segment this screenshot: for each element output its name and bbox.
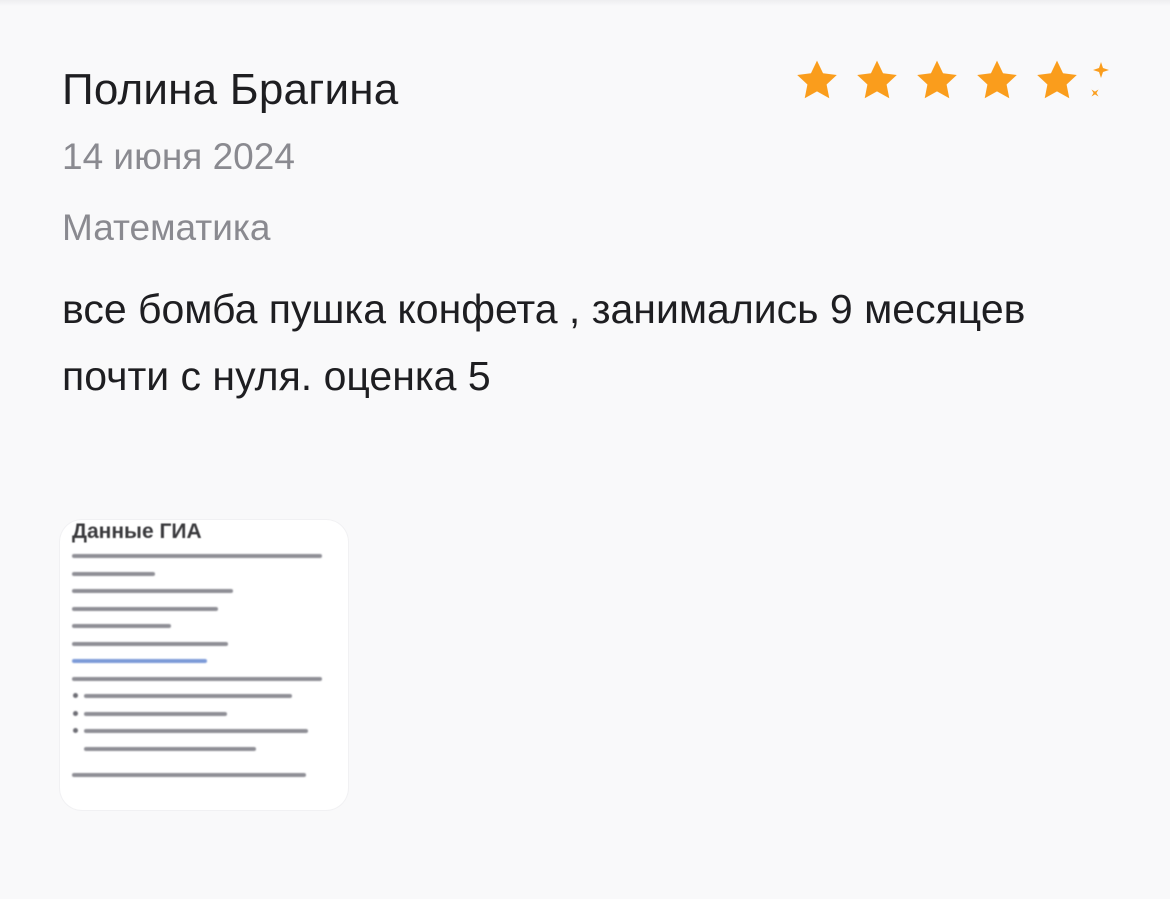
- star-icon: [1037, 60, 1077, 99]
- rating-stars: [792, 56, 1114, 106]
- card-divider: [0, 0, 1170, 6]
- review-subject: Математика: [62, 207, 271, 248]
- review-author: Полина Брагина: [62, 65, 399, 114]
- star-icon: [857, 60, 897, 99]
- attachment-title: Данные ГИА: [72, 520, 202, 543]
- sparkle-icon: [1091, 62, 1109, 97]
- star-icon: [977, 60, 1017, 99]
- star-icon: [797, 60, 837, 99]
- star-icon: [917, 60, 957, 99]
- review-card: Полина Брагина 14 июня 2024 Математика в…: [0, 0, 1170, 899]
- review-date: 14 июня 2024: [62, 136, 295, 177]
- attachment-thumbnail[interactable]: Данные ГИА: [60, 520, 348, 810]
- attachment-document-preview: [72, 554, 332, 790]
- review-text: все бомба пушка конфета , занимались 9 м…: [62, 286, 1026, 399]
